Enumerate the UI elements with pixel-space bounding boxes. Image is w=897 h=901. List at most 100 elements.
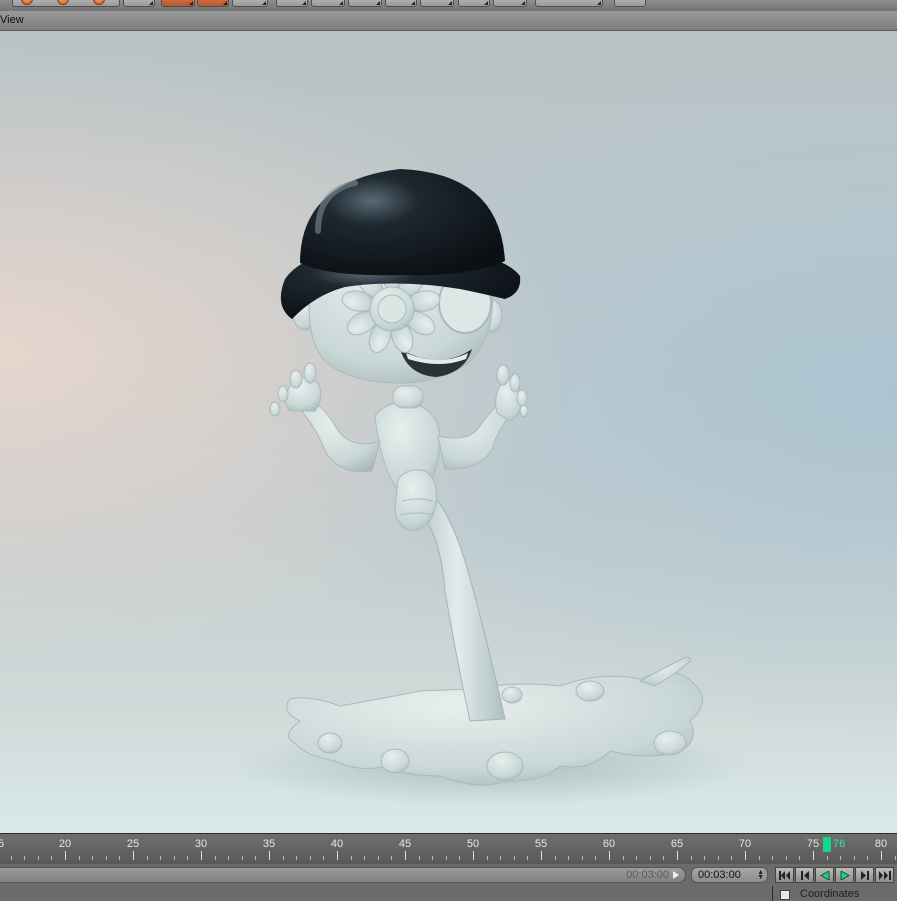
step-forward-button[interactable]	[855, 867, 874, 883]
go-to-end-icon	[879, 871, 891, 880]
tick-label: 50	[466, 838, 480, 850]
spline-tool-button[interactable]	[232, 0, 268, 7]
left-hand	[269, 362, 322, 417]
tick-mark	[11, 856, 12, 860]
tick-mark	[704, 856, 705, 860]
camera-tool-button[interactable]	[458, 0, 490, 7]
tick-mark	[663, 856, 664, 860]
tick-label: 70	[738, 838, 752, 850]
tick-mark	[38, 856, 39, 860]
tick-mark	[595, 856, 596, 860]
deformer-tool-button[interactable]	[385, 0, 417, 7]
sculpt-tool-button[interactable]	[535, 0, 603, 7]
right-hand	[495, 364, 529, 422]
primitive-tool-button[interactable]	[161, 0, 195, 7]
tick-mark	[215, 856, 216, 860]
timeline-ruler[interactable]: 5 20 25 30 35 40 45 50 55 60 65 70 75 80…	[0, 833, 897, 864]
go-to-end-button[interactable]	[875, 867, 894, 883]
character-render	[230, 169, 750, 806]
time-input-value: 00:03:00	[698, 869, 741, 881]
tick-mark	[867, 856, 868, 860]
tick-mark	[51, 856, 52, 860]
tick-label: 80	[874, 838, 888, 850]
tick-mark	[772, 856, 773, 860]
tick-mark	[269, 851, 270, 860]
play-reverse-button[interactable]	[815, 867, 834, 883]
time-input[interactable]: 00:03:00 ▲ ▼	[691, 867, 768, 883]
tick-mark	[310, 856, 311, 860]
tick-label: 35	[262, 838, 276, 850]
tick-mark	[895, 856, 896, 860]
tick-mark	[623, 856, 624, 860]
light-tool-button[interactable]	[493, 0, 527, 7]
render-settings-icon[interactable]	[93, 0, 105, 5]
step-back-button[interactable]	[795, 867, 814, 883]
tick-mark	[799, 856, 800, 860]
tick-mark	[147, 856, 148, 860]
tick-label: 25	[126, 838, 140, 850]
tick-mark	[337, 851, 338, 860]
tick-mark	[391, 856, 392, 860]
render-view-icon[interactable]	[21, 0, 33, 5]
tick-mark	[609, 851, 610, 860]
tick-mark	[459, 856, 460, 860]
current-frame-label: 76	[833, 838, 846, 850]
tick-mark	[827, 856, 828, 860]
tick-mark	[255, 856, 256, 860]
array-tool-button[interactable]	[348, 0, 382, 7]
panel-divider[interactable]	[772, 886, 773, 901]
go-to-start-button[interactable]	[775, 867, 794, 883]
tick-mark	[527, 856, 528, 860]
viewport-render[interactable]	[0, 31, 897, 833]
tick-mark	[106, 856, 107, 860]
range-arrow-icon[interactable]	[673, 871, 679, 879]
tick-mark	[731, 856, 732, 860]
tick-mark	[568, 856, 569, 860]
generator-tool-button[interactable]	[276, 0, 308, 7]
tick-label: 20	[58, 838, 72, 850]
play-forward-button[interactable]	[835, 867, 854, 883]
nurbs-tool-button[interactable]	[197, 0, 229, 7]
view-menu[interactable]: View	[0, 14, 24, 26]
render-buttons-group[interactable]	[12, 0, 120, 7]
tick-mark	[24, 856, 25, 860]
tick-label: 30	[194, 838, 208, 850]
tick-mark	[813, 851, 814, 860]
scene-tool-button[interactable]	[420, 0, 454, 7]
tick-mark	[745, 851, 746, 860]
tick-mark	[201, 851, 202, 860]
viewport-header: View	[0, 11, 897, 31]
tick-mark	[79, 856, 80, 860]
layout-tool-button[interactable]	[614, 0, 646, 7]
step-forward-icon	[861, 871, 869, 880]
go-to-start-icon	[779, 871, 790, 880]
playhead-marker[interactable]	[823, 837, 831, 852]
tick-mark	[487, 856, 488, 860]
spinner-arrows-icon[interactable]: ▲ ▼	[757, 869, 764, 881]
tick-mark	[133, 851, 134, 860]
tick-mark	[759, 856, 760, 860]
modifier-tool-button[interactable]	[311, 0, 345, 7]
tick-mark	[500, 856, 501, 860]
play-reverse-icon	[819, 871, 830, 880]
tick-label: 65	[670, 838, 684, 850]
tick-label: 60	[602, 838, 616, 850]
tick-mark	[677, 851, 678, 860]
render-picture-icon[interactable]	[57, 0, 69, 5]
tick-mark	[854, 856, 855, 860]
tick-mark	[364, 856, 365, 860]
tick-mark	[283, 856, 284, 860]
arrow-tool-button[interactable]	[123, 0, 155, 7]
tick-mark	[119, 856, 120, 860]
tick-mark	[541, 851, 542, 860]
left-arm	[299, 402, 381, 473]
play-forward-icon	[840, 871, 851, 880]
coordinates-checkbox[interactable]	[780, 890, 790, 900]
tick-mark	[650, 856, 651, 860]
preview-range-slider[interactable]: 00:03:00	[0, 867, 686, 883]
tick-mark	[881, 851, 882, 860]
tick-label: 75	[806, 838, 820, 850]
tick-mark	[514, 856, 515, 860]
tick-mark	[473, 851, 474, 860]
transport-bar: 00:03:00 00:03:00 ▲ ▼ Coordinates	[0, 864, 897, 901]
